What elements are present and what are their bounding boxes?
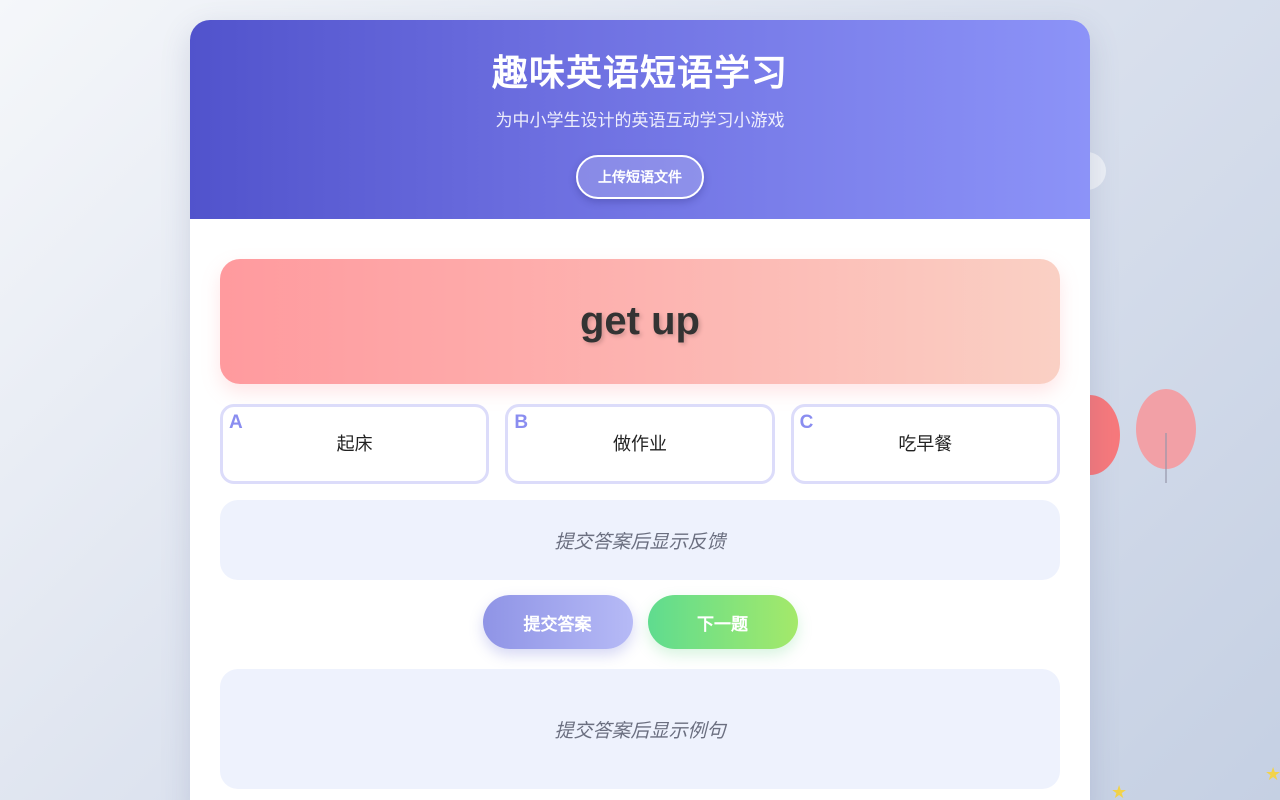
option-text: 做作业 (612, 434, 667, 455)
balloon-string (1165, 433, 1167, 483)
option-letter: C (799, 412, 814, 433)
option-c[interactable]: C 吃早餐 (790, 404, 1060, 484)
feedback-placeholder: 提交答案后显示反馈 (554, 530, 726, 553)
action-buttons: 提交答案 下一题 (220, 595, 1060, 649)
submit-answer-button[interactable]: 提交答案 (482, 595, 633, 649)
quiz-card: 趣味英语短语学习 为中小学生设计的英语互动学习小游戏 上传短语文件 get up… (190, 20, 1090, 800)
upload-phrase-file-button[interactable]: 上传短语文件 (576, 155, 704, 199)
page-title: 趣味英语短语学习 (491, 53, 788, 94)
example-placeholder: 提交答案后显示例句 (554, 719, 726, 742)
page-subtitle: 为中小学生设计的英语互动学习小游戏 (495, 111, 785, 131)
feedback-panel: 提交答案后显示反馈 (220, 500, 1060, 580)
phrase-text: get up (580, 299, 700, 343)
option-text: 起床 (336, 434, 373, 455)
star-icon: ★ (1265, 764, 1280, 785)
option-letter: A (229, 412, 243, 433)
example-sentence-panel: 提交答案后显示例句 (220, 669, 1060, 789)
star-icon: ★ (1111, 782, 1128, 800)
option-b[interactable]: B 做作业 (505, 404, 775, 484)
option-a[interactable]: A 起床 (220, 404, 490, 484)
option-text: 吃早餐 (898, 434, 953, 455)
phrase-card: get up (220, 259, 1060, 384)
next-question-button[interactable]: 下一题 (647, 595, 798, 649)
answer-options: A 起床 B 做作业 C 吃早餐 (220, 404, 1060, 484)
quiz-content: get up A 起床 B 做作业 C 吃早餐 提交答案后显示反馈 提交答案 下… (190, 219, 1090, 789)
header: 趣味英语短语学习 为中小学生设计的英语互动学习小游戏 上传短语文件 (190, 20, 1090, 219)
option-letter: B (514, 412, 529, 433)
pink-balloon-decoration (1136, 389, 1196, 483)
